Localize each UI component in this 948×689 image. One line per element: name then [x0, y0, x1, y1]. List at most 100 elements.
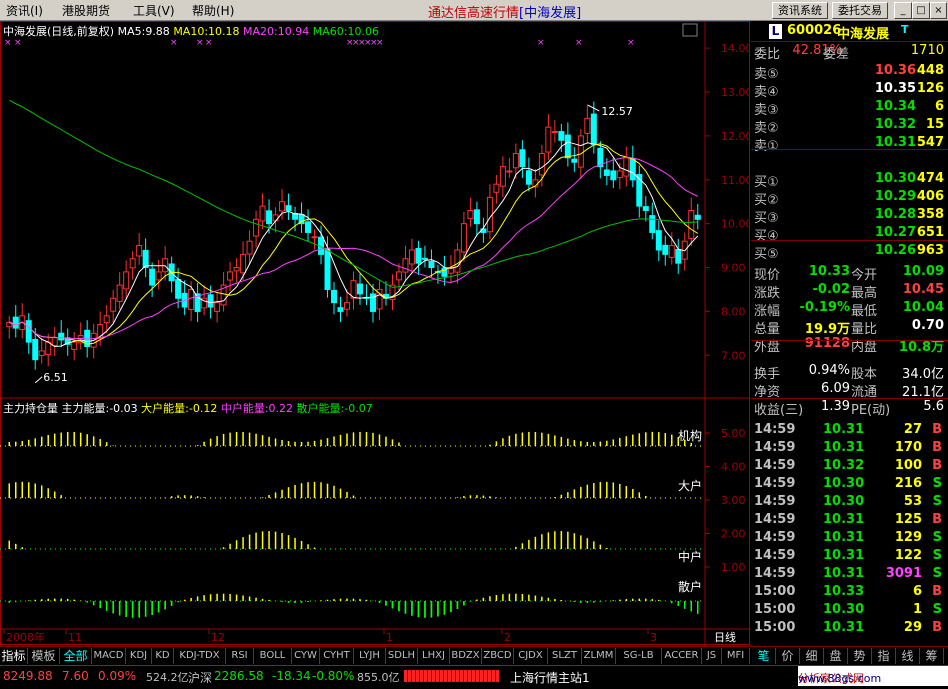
- minimize-icon[interactable]: _: [894, 2, 912, 19]
- ma20-line: [9, 156, 698, 340]
- xtick-label: 3: [650, 631, 657, 644]
- candle-body: [649, 215, 656, 233]
- candle-body: [694, 214, 701, 220]
- candle-body: [460, 223, 467, 253]
- ytick-label: 9.00: [721, 262, 746, 275]
- candle-body: [324, 248, 331, 290]
- tab-sdlh[interactable]: SDLH: [386, 648, 418, 664]
- candle-body: [512, 152, 519, 169]
- tab-sg-lb[interactable]: SG-LB: [616, 648, 662, 664]
- candle-body: [668, 245, 675, 258]
- tab-lhxj[interactable]: LHXJ: [418, 648, 450, 664]
- ask-row-2: 卖② 10.32 15: [754, 117, 944, 136]
- tab-rsi[interactable]: RSI: [226, 648, 254, 664]
- sz-index: 2286.58: [214, 669, 264, 683]
- side-tab-2[interactable]: 细: [800, 648, 824, 664]
- window-title: 通达信高速行情[中海发展]: [428, 6, 582, 21]
- candle-body: [454, 249, 461, 273]
- side-tab-4[interactable]: 势: [848, 648, 872, 664]
- tab-macd[interactable]: MACD: [92, 648, 126, 664]
- tab-bdzx[interactable]: BDZX: [450, 648, 482, 664]
- candle-body: [246, 240, 253, 255]
- indicator-tabs: 指标 模板 全部 MACD KDJ KD KDJ-TDX RSI BOLL CYW CYHT LYJH…: [0, 646, 948, 665]
- info-system-button[interactable]: 资讯系统: [772, 2, 828, 19]
- ytick-label: 13.00: [721, 86, 750, 99]
- candle-body: [655, 230, 662, 251]
- tab-accer[interactable]: ACCER: [662, 648, 702, 664]
- signal-marker: ×: [14, 38, 22, 48]
- ask-row-1: 卖① 10.31 547: [754, 135, 944, 154]
- tab-slzt[interactable]: SLZT: [548, 648, 582, 664]
- tab-lyjh[interactable]: LYJH: [354, 648, 386, 664]
- candle-body: [207, 294, 214, 308]
- candle-body: [214, 302, 221, 312]
- ind-ytick-label: 3.00: [721, 494, 746, 507]
- candle-body: [486, 196, 493, 233]
- stat-row: 总量 19.9万 量比 0.70: [754, 318, 944, 337]
- side-tab-0[interactable]: 笔: [752, 648, 776, 664]
- chart-header: 中海发展(日线,前复权) MA5:9.88 MA10:10.18 MA20:10…: [3, 25, 379, 38]
- tab-kd[interactable]: KD: [152, 648, 174, 664]
- kline-chart[interactable]: 14.00 13.00 12.00 11.00 10.00 9.00 8.00 7.00 12.…: [0, 21, 753, 646]
- xtick-label: 2008年: [6, 630, 45, 644]
- tab-zbcd[interactable]: ZBCD: [482, 648, 514, 664]
- ask-row-3: 卖③ 10.34 6: [754, 99, 944, 118]
- tab-模板[interactable]: 模板: [28, 648, 60, 664]
- candle-body: [272, 214, 279, 222]
- side-tab-6[interactable]: 线: [896, 648, 920, 664]
- tab-cyw[interactable]: CYW: [292, 648, 320, 664]
- menu-hk-futures[interactable]: 港股期货: [62, 2, 110, 19]
- tick-row: 14:59 10.32 100 B: [754, 458, 942, 473]
- signal-marker: ×: [196, 38, 204, 48]
- side-tab-7[interactable]: 筹: [920, 648, 944, 664]
- candle-body: [675, 248, 682, 264]
- candle-body: [253, 218, 260, 237]
- candle-body: [558, 131, 565, 141]
- tab-cyht[interactable]: CYHT: [320, 648, 354, 664]
- candle-body: [32, 339, 39, 361]
- candle-body: [551, 131, 558, 134]
- candle-body: [129, 258, 136, 269]
- tab-cjdx[interactable]: CJDX: [514, 648, 548, 664]
- bid-row-3: 买③ 10.28 358: [754, 207, 944, 226]
- tab-kdj[interactable]: KDJ: [126, 648, 152, 664]
- menu-tools[interactable]: 工具(V): [133, 2, 175, 19]
- tab-mfi[interactable]: MFI: [722, 648, 750, 664]
- energy-label: 散户: [678, 579, 702, 594]
- sz-amount: 855.0亿: [357, 671, 400, 684]
- tab-kdj-tdx[interactable]: KDJ-TDX: [174, 648, 226, 664]
- tab-zlmm[interactable]: ZLMM: [582, 648, 616, 664]
- candle-body: [662, 244, 669, 255]
- tab-全部[interactable]: 全部: [60, 648, 92, 664]
- candle-body: [428, 260, 435, 269]
- stock-name: 中海发展: [837, 27, 890, 42]
- side-tab-1[interactable]: 价: [776, 648, 800, 664]
- energy-label: 中户: [678, 549, 702, 564]
- chart-svg[interactable]: 14.0013.0012.0011.0010.009.008.007.0012.…: [0, 21, 753, 646]
- candle-body: [71, 341, 78, 350]
- tab-boll[interactable]: BOLL: [254, 648, 292, 664]
- sh-index: 8249.88: [3, 669, 53, 683]
- sz-change: -18.34: [272, 669, 311, 683]
- menu-info[interactable]: 资讯(I): [6, 2, 43, 19]
- candle-body: [590, 113, 597, 146]
- stat-row: 涨幅 -0.19% 最低 10.04: [754, 300, 944, 319]
- xtick-label: 11: [68, 631, 82, 644]
- weibi-row: 委比 42.81% 委差 1710: [754, 43, 944, 62]
- maximize-icon[interactable]: □: [912, 2, 930, 19]
- sh-change: 7.60: [62, 669, 89, 683]
- stock-title: L 600026 中海发展 T: [751, 23, 948, 42]
- side-tab-3[interactable]: 盘: [824, 648, 848, 664]
- candle-body: [233, 267, 240, 272]
- candle-body: [623, 157, 630, 177]
- trade-button[interactable]: 委托交易: [832, 2, 888, 19]
- candle-body: [227, 271, 234, 281]
- tab-js[interactable]: JS: [702, 648, 722, 664]
- side-tab-5[interactable]: 指: [872, 648, 896, 664]
- candle-body: [337, 307, 344, 312]
- close-icon[interactable]: ×: [930, 2, 947, 19]
- candle-body: [110, 297, 117, 312]
- tab-指标[interactable]: 指标: [0, 648, 28, 664]
- menu-help[interactable]: 帮助(H): [192, 2, 234, 19]
- tick-row: 14:59 10.31 170 B: [754, 440, 942, 455]
